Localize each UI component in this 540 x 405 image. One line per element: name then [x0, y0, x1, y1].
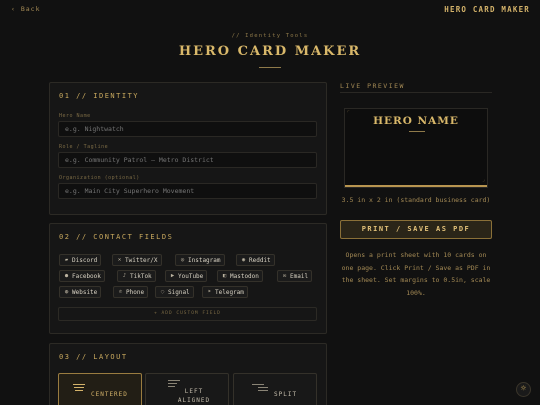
print-instructions: Opens a print sheet with 10 cards on one…: [341, 251, 491, 297]
discord-icon: ▰: [64, 257, 69, 263]
identity-heading: 01 // IDENTITY: [59, 92, 140, 100]
globe-icon: ◍: [64, 289, 69, 295]
chip-label: Phone: [126, 288, 145, 296]
layout-option-label: SPLIT: [274, 391, 298, 398]
contact-fields-heading: 02 // CONTACT FIELDS: [59, 233, 174, 241]
preview-divider: [340, 92, 492, 93]
layout-option-centered[interactable]: CENTERED: [58, 373, 142, 405]
chip-reddit[interactable]: ◉ Reddit: [236, 254, 275, 266]
chip-label: Discord: [72, 256, 98, 264]
contact-fields-panel: 02 // CONTACT FIELDS ▰ Discord ✕ Twitter/X…: [49, 223, 327, 334]
chip-label: Twitter/X: [125, 256, 158, 264]
chip-label: TikTok: [130, 272, 152, 280]
role-tagline-label: Role / Tagline: [59, 144, 109, 150]
chip-label: Facebook: [72, 272, 101, 280]
chip-twitter-x[interactable]: ✕ Twitter/X: [112, 254, 162, 266]
organization-input[interactable]: [58, 183, 317, 199]
print-save-pdf-button[interactable]: PRINT / SAVE AS PDF: [340, 220, 492, 239]
business-card-preview: ⌜ ⌟ HERO NAME: [344, 108, 488, 188]
settings-icon[interactable]: ☼: [516, 382, 531, 397]
youtube-icon: ▶: [170, 273, 175, 279]
chip-phone[interactable]: ✆ Phone: [113, 286, 149, 298]
chip-website[interactable]: ◍ Website: [59, 286, 102, 298]
chip-facebook[interactable]: ● Facebook: [59, 270, 105, 282]
chip-discord[interactable]: ▰ Discord: [59, 254, 102, 266]
chip-label: Telegram: [215, 288, 244, 296]
card-size-note: 3.5 in x 2 in (standard business card): [341, 196, 491, 204]
tiktok-icon: ♪: [122, 273, 127, 279]
hero-name-label: Hero Name: [59, 113, 91, 119]
card-hero-name: HERO NAME: [373, 115, 459, 127]
signal-icon: ◌: [160, 289, 165, 295]
layout-option-label: CENTERED: [91, 391, 128, 398]
facebook-icon: ●: [64, 273, 69, 279]
chip-label: Signal: [168, 288, 190, 296]
mastodon-icon: ◧: [222, 273, 227, 279]
app-title: HERO CARD MAKER: [444, 5, 530, 14]
chip-instagram[interactable]: ◎ Instagram: [175, 254, 225, 266]
email-icon: ✉: [282, 273, 287, 279]
hero-name-input[interactable]: [58, 121, 317, 137]
phone-icon: ✆: [118, 289, 123, 295]
title-divider: [259, 67, 281, 68]
chip-label: Instagram: [188, 256, 221, 264]
chip-youtube[interactable]: ▶ YouTube: [165, 270, 208, 282]
back-link[interactable]: ‹ Back: [11, 5, 40, 13]
card-corner-mark: ⌟: [481, 177, 485, 183]
chip-telegram[interactable]: ➤ Telegram: [202, 286, 248, 298]
chip-tiktok[interactable]: ♪ TikTok: [117, 270, 156, 282]
layout-heading: 03 // LAYOUT: [59, 353, 128, 361]
chip-label: YouTube: [178, 272, 204, 280]
role-tagline-input[interactable]: [58, 152, 317, 168]
chip-email[interactable]: ✉ Email: [277, 270, 313, 282]
layout-option-label: LEFT ALIGNED: [177, 388, 211, 404]
chip-label: Website: [72, 288, 98, 296]
x-icon: ✕: [117, 257, 122, 263]
card-divider: [409, 131, 425, 132]
organization-label: Organization (optional): [59, 175, 140, 181]
reddit-icon: ◉: [241, 257, 246, 263]
add-custom-field-button[interactable]: + ADD CUSTOM FIELD: [58, 307, 317, 321]
page-title: HERO CARD MAKER: [178, 44, 362, 59]
chip-label: Email: [290, 272, 309, 280]
layout-option-split[interactable]: SPLIT: [233, 373, 317, 405]
chip-signal[interactable]: ◌ Signal: [155, 286, 194, 298]
chip-label: Reddit: [249, 256, 271, 264]
telegram-icon: ➤: [207, 289, 212, 295]
chip-mastodon[interactable]: ◧ Mastodon: [217, 270, 263, 282]
layout-option-left-aligned[interactable]: LEFT ALIGNED: [145, 373, 229, 405]
instagram-icon: ◎: [180, 257, 185, 263]
live-preview-heading: LIVE PREVIEW: [340, 82, 405, 90]
top-bar: ‹ Back HERO CARD MAKER: [0, 0, 540, 20]
identity-panel: 01 // IDENTITY Hero Name Role / Tagline …: [49, 82, 327, 215]
page-eyebrow: // Identity Tools: [231, 33, 309, 39]
card-accent-bar: [345, 185, 487, 187]
chip-label: Mastodon: [230, 272, 259, 280]
